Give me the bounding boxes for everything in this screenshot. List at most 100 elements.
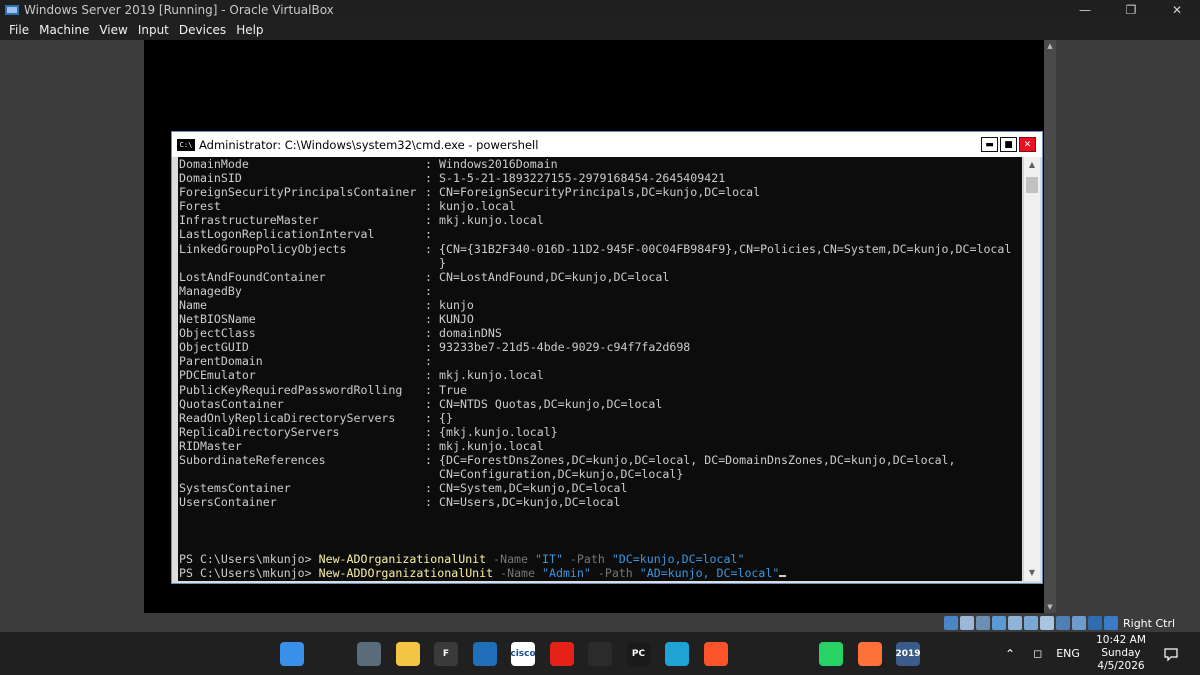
console-line: Name: kunjo xyxy=(179,298,1011,312)
property-separator: : xyxy=(425,171,439,186)
display-icon[interactable] xyxy=(1040,616,1054,630)
network-icon[interactable] xyxy=(992,616,1006,630)
param-name: -Path xyxy=(590,565,640,580)
property-separator: : xyxy=(425,481,439,496)
optical-drive-icon[interactable] xyxy=(960,616,974,630)
scroll-down-icon[interactable]: ▼ xyxy=(1024,565,1040,581)
console-line: ReplicaDirectoryServers: {mkj.kunjo.loca… xyxy=(179,425,1011,439)
mouse-integration-icon[interactable] xyxy=(1088,616,1102,630)
menu-help[interactable]: Help xyxy=(231,23,268,37)
param-name: -Name xyxy=(486,551,536,566)
property-separator: : xyxy=(425,452,439,467)
cmd-scrollbar[interactable]: ▲ ▼ xyxy=(1023,157,1040,581)
scroll-thumb[interactable] xyxy=(1026,177,1038,193)
chevron-up-icon[interactable]: ⌃ xyxy=(1005,647,1015,661)
host-key-label: Right Ctrl xyxy=(1123,616,1176,630)
console-line: QuotasContainer: CN=NTDS Quotas,DC=kunjo… xyxy=(179,397,1011,411)
scroll-down-icon[interactable]: ▼ xyxy=(1044,601,1056,613)
menu-input[interactable]: Input xyxy=(133,23,174,37)
app-f-icon[interactable]: F xyxy=(434,642,458,666)
start-icon[interactable] xyxy=(280,642,304,666)
property-separator: : xyxy=(425,354,439,369)
property-separator: : xyxy=(425,297,439,312)
property-separator: : xyxy=(425,312,439,327)
close-icon: ✕ xyxy=(1171,3,1183,17)
edge-icon[interactable] xyxy=(665,642,689,666)
pycharm-icon[interactable]: PC xyxy=(626,642,651,666)
console-line: LastLogonReplicationInterval: xyxy=(179,227,1011,241)
youtube-icon[interactable] xyxy=(549,642,574,666)
console-line: LostAndFoundContainer: CN=LostAndFound,D… xyxy=(179,270,1011,284)
console-line: UsersContainer: CN=Users,DC=kunjo,DC=loc… xyxy=(179,495,1011,509)
cmd-title: Administrator: C:\Windows\system32\cmd.e… xyxy=(199,137,539,152)
close-button[interactable]: ✕ xyxy=(1154,0,1200,20)
wifi-icon[interactable]: ◻ xyxy=(1033,647,1042,660)
menu-bar: File Machine View Input Devices Help xyxy=(0,20,1200,40)
console-line: CN=Configuration,DC=kunjo,DC=local} xyxy=(179,467,1011,481)
property-name: QuotasContainer xyxy=(179,396,284,411)
command-line: PS C:\Users\mkunjo> New-ADDOrganizationa… xyxy=(179,566,1011,580)
file-explorer-icon[interactable] xyxy=(395,642,420,666)
console-line: Forest: kunjo.local xyxy=(179,199,1011,213)
console-line: NetBIOSName: KUNJO xyxy=(179,312,1011,326)
language-indicator[interactable]: ENG xyxy=(1056,647,1080,660)
console-line: } xyxy=(179,256,1011,270)
vbox-vm-icon[interactable]: 2019 xyxy=(895,642,921,666)
scroll-up-icon[interactable]: ▲ xyxy=(1024,157,1040,173)
restore-button[interactable]: ❐ xyxy=(1108,0,1154,20)
console-line: PublicKeyRequiredPasswordRolling: True xyxy=(179,383,1011,397)
virtualbox-icon[interactable] xyxy=(472,642,497,666)
property-value: mkj.kunjo.local xyxy=(439,438,544,453)
scroll-up-icon[interactable]: ▲ xyxy=(1044,40,1056,52)
cpu-icon[interactable] xyxy=(1072,616,1086,630)
minimize-icon: — xyxy=(1079,3,1091,17)
property-value: CN=NTDS Quotas,DC=kunjo,DC=local xyxy=(439,396,663,411)
usb-icon[interactable] xyxy=(1008,616,1022,630)
github-icon[interactable] xyxy=(780,642,805,666)
menu-file[interactable]: File xyxy=(4,23,34,37)
search-icon[interactable] xyxy=(318,642,343,666)
cmd-minimize-button[interactable]: ▬ xyxy=(981,137,998,152)
notification-icon[interactable] xyxy=(1163,646,1179,662)
keyboard-capture-icon[interactable] xyxy=(1104,616,1118,630)
minimize-button[interactable]: — xyxy=(1062,0,1108,20)
obs-icon[interactable] xyxy=(588,642,612,666)
cmd-titlebar[interactable]: C:\ Administrator: C:\Windows\system32\c… xyxy=(172,132,1042,157)
viewport-scrollbar[interactable]: ▲ ▼ xyxy=(1044,40,1056,613)
brave-icon[interactable] xyxy=(703,642,728,666)
shared-folder-icon[interactable] xyxy=(1024,616,1038,630)
recording-icon[interactable] xyxy=(1056,616,1070,630)
property-value: mkj.kunjo.local xyxy=(439,368,544,383)
console-output[interactable]: DomainMode: Windows2016Domain DomainSID: … xyxy=(178,157,1022,581)
audio-icon[interactable] xyxy=(976,616,990,630)
cmd-window: C:\ Administrator: C:\Windows\system32\c… xyxy=(171,131,1043,584)
cmd-maximize-button[interactable]: ■ xyxy=(1000,137,1017,152)
cmd-close-button[interactable]: ✕ xyxy=(1019,137,1036,152)
property-name: Name xyxy=(179,297,207,312)
chatgpt-icon[interactable] xyxy=(742,642,766,666)
console-line: SystemsContainer: CN=System,DC=kunjo,DC=… xyxy=(179,481,1011,495)
param-value: "IT" xyxy=(535,551,563,566)
property-name: PublicKeyRequiredPasswordRolling xyxy=(179,382,403,397)
property-name: NetBIOSName xyxy=(179,312,256,327)
property-separator: : xyxy=(425,396,439,411)
cisco-icon[interactable]: cisco xyxy=(510,642,536,666)
clock[interactable]: 10:42 AM Sunday 4/5/2026 xyxy=(1088,632,1154,675)
virtualbox-logo-icon xyxy=(5,5,19,15)
console-line: SubordinateReferences: {DC=ForestDnsZone… xyxy=(179,453,1011,467)
virtualbox-titlebar: Windows Server 2019 [Running] - Oracle V… xyxy=(0,0,1200,20)
restore-icon: ❐ xyxy=(1125,3,1137,17)
property-name: ReadOnlyReplicaDirectoryServers xyxy=(179,410,396,425)
clock-time: 10:42 AM xyxy=(1096,634,1146,646)
menu-view[interactable]: View xyxy=(94,23,132,37)
menu-machine[interactable]: Machine xyxy=(34,23,94,37)
property-value: } xyxy=(439,255,446,270)
task-view-icon[interactable] xyxy=(357,642,381,666)
console-lines: DomainMode: Windows2016Domain DomainSID: … xyxy=(179,157,1011,580)
property-value: CN=Configuration,DC=kunjo,DC=local} xyxy=(439,467,684,482)
hard-disk-icon[interactable] xyxy=(944,616,958,630)
firefox-icon[interactable] xyxy=(857,642,882,666)
menu-devices[interactable]: Devices xyxy=(174,23,231,37)
whatsapp-icon[interactable] xyxy=(819,642,843,666)
